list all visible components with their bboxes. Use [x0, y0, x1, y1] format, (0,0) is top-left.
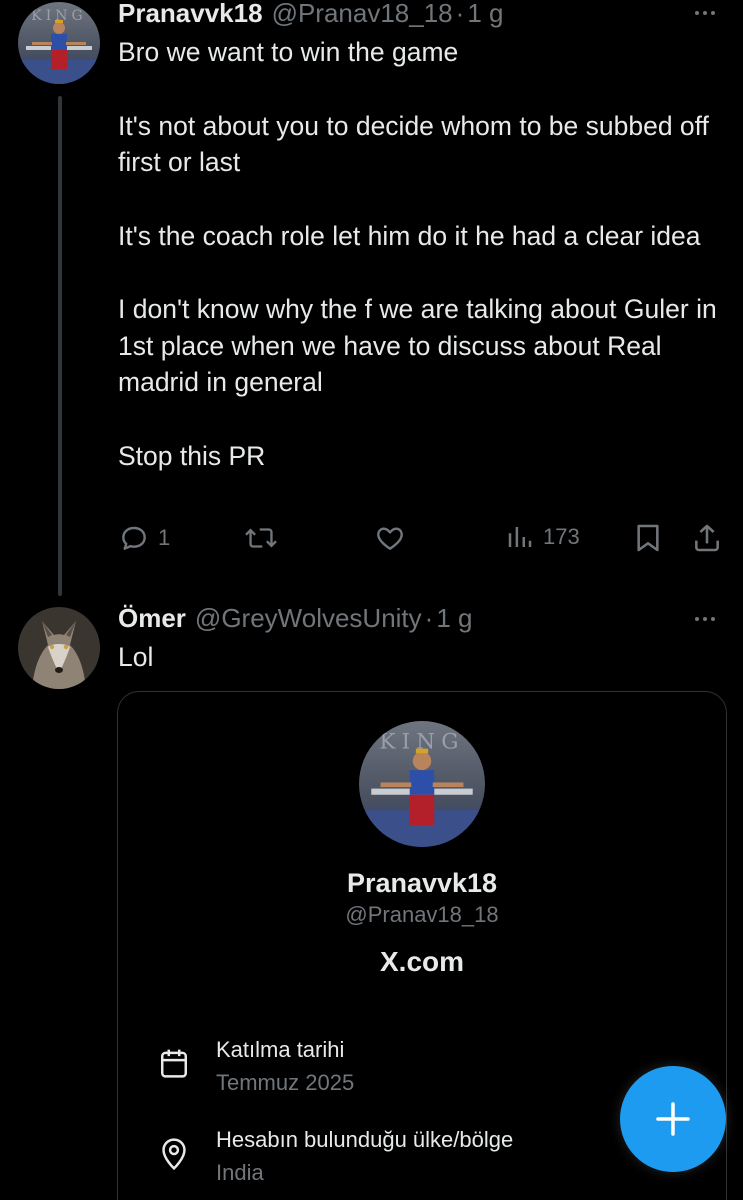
separator-dot: ·	[424, 603, 434, 633]
tweet1-header: Pranavvk18 @Pranav18_18 · 1 g	[118, 0, 503, 29]
location-value: India	[216, 1160, 264, 1185]
timestamp[interactable]: 1 g	[436, 603, 472, 634]
more-icon[interactable]	[695, 11, 715, 15]
display-name[interactable]: Ömer	[118, 603, 186, 634]
joined-label: Katılma tarihi	[216, 1037, 345, 1062]
plus-icon	[656, 1102, 690, 1136]
location-label: Hesabın bulunduğu ülke/bölge	[216, 1127, 514, 1152]
share-icon	[695, 524, 719, 552]
share-button[interactable]	[691, 522, 723, 554]
avatar-omer[interactable]	[18, 607, 100, 689]
retweet-button[interactable]	[244, 522, 286, 554]
tweet1-text: Bro we want to win the game It's not abo…	[118, 34, 718, 474]
reply-button[interactable]: 1	[118, 522, 170, 554]
more-icon[interactable]	[695, 617, 715, 621]
tweet2-header: Ömer @GreyWolvesUnity · 1 g	[118, 603, 473, 634]
tweet-paragraph: I don't know why the f we are talking ab…	[118, 294, 717, 397]
avatar-image	[18, 607, 100, 689]
card-display-name: Pranavvk18	[346, 868, 498, 898]
tweet1-action-bar: 1 173	[118, 522, 728, 562]
card-user-handle: @Pranav18_18	[345, 902, 499, 927]
user-handle[interactable]: @Pranav18_18	[272, 0, 453, 29]
calendar-icon	[160, 1049, 188, 1078]
avatar-image: KING	[359, 721, 485, 847]
card-site-label: X.com	[379, 946, 465, 977]
separator-dot: ·	[455, 0, 465, 28]
avatar-image: KING	[18, 2, 100, 84]
tweet-paragraph: Lol	[118, 642, 154, 672]
display-name[interactable]: Pranavvk18	[118, 0, 263, 29]
reply-icon	[122, 526, 146, 550]
bookmark-icon	[637, 524, 659, 552]
tweet-paragraph: It's not about you to decide whom to be …	[118, 110, 709, 178]
tweet-paragraph: Bro we want to win the game	[118, 37, 459, 67]
joined-value: Temmuz 2025	[216, 1070, 355, 1095]
compose-button[interactable]	[620, 1066, 726, 1172]
card-avatar[interactable]: KING	[359, 721, 485, 847]
retweet-icon	[245, 528, 277, 548]
heart-icon	[377, 527, 403, 550]
views-icon	[508, 527, 532, 547]
bookmark-button[interactable]	[633, 522, 663, 554]
conversation-view: KING Pranavvk18 @Pranav18_18 · 1 g Bro w…	[0, 0, 743, 1200]
avatar-pranavvk18[interactable]: KING	[18, 2, 100, 84]
tweet-paragraph: It's the coach role let him do it he had…	[118, 220, 701, 251]
thread-connector-line	[58, 96, 62, 596]
user-handle[interactable]: @GreyWolvesUnity	[195, 603, 422, 634]
views-count: 173	[543, 524, 580, 549]
reply-count: 1	[158, 525, 171, 550]
tweet-paragraph: Stop this PR	[118, 440, 266, 471]
like-button[interactable]	[374, 522, 414, 554]
views-button[interactable]: 173	[505, 522, 580, 552]
location-pin-icon	[162, 1138, 186, 1171]
tweet2-text: Lol	[118, 639, 718, 676]
timestamp[interactable]: 1 g	[467, 0, 503, 29]
